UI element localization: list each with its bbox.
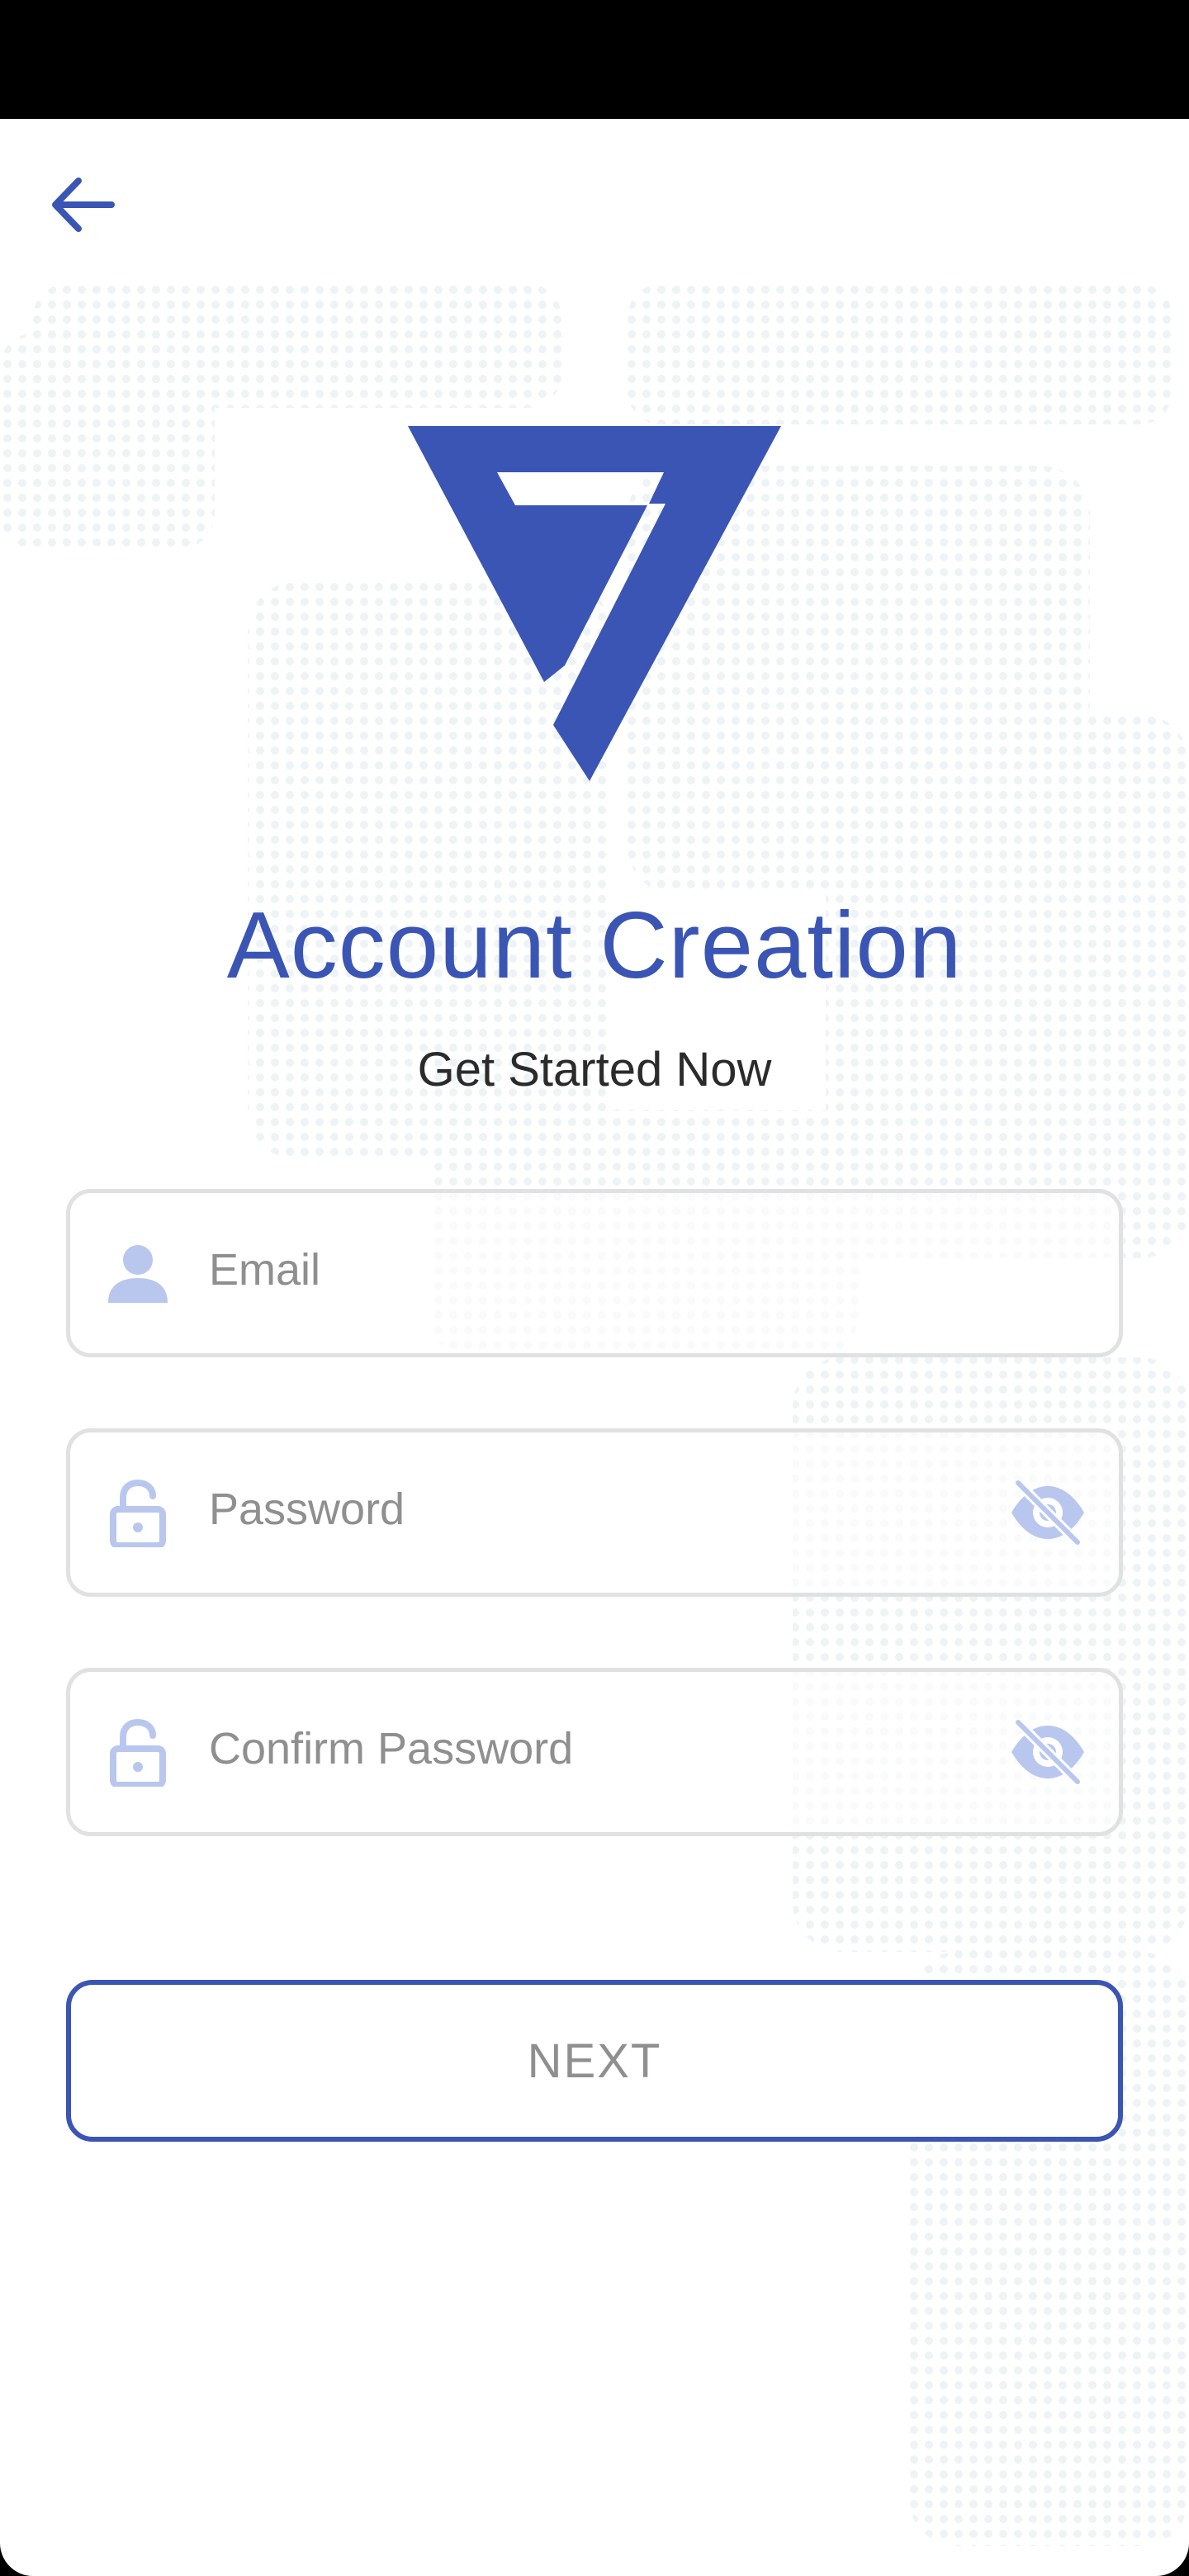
status-bar	[0, 0, 1189, 119]
password-input[interactable]	[209, 1432, 987, 1586]
confirm-password-visibility-toggle[interactable]	[1007, 1711, 1089, 1793]
confirm-password-input[interactable]	[209, 1672, 987, 1825]
page-subtitle: Get Started Now	[417, 1043, 772, 1096]
triangle-seven-logo	[408, 426, 781, 781]
password-visibility-toggle[interactable]	[1007, 1471, 1089, 1554]
lock-icon	[110, 1479, 166, 1547]
password-field[interactable]	[66, 1428, 1123, 1597]
confirm-password-field[interactable]	[66, 1668, 1123, 1836]
account-creation-screen: Account Creation Get Started Now Email N…	[0, 119, 1189, 2576]
page-title: Account Creation	[226, 893, 963, 998]
eye-off-icon	[1011, 1719, 1084, 1785]
arrow-left-icon	[52, 178, 115, 232]
user-icon	[108, 1245, 168, 1303]
email-field[interactable]	[66, 1189, 1123, 1357]
next-button[interactable]: NEXT	[66, 1980, 1123, 2142]
eye-off-icon	[1011, 1480, 1084, 1546]
lock-icon	[110, 1718, 166, 1787]
back-button[interactable]	[33, 155, 132, 254]
email-input[interactable]	[209, 1193, 987, 1347]
